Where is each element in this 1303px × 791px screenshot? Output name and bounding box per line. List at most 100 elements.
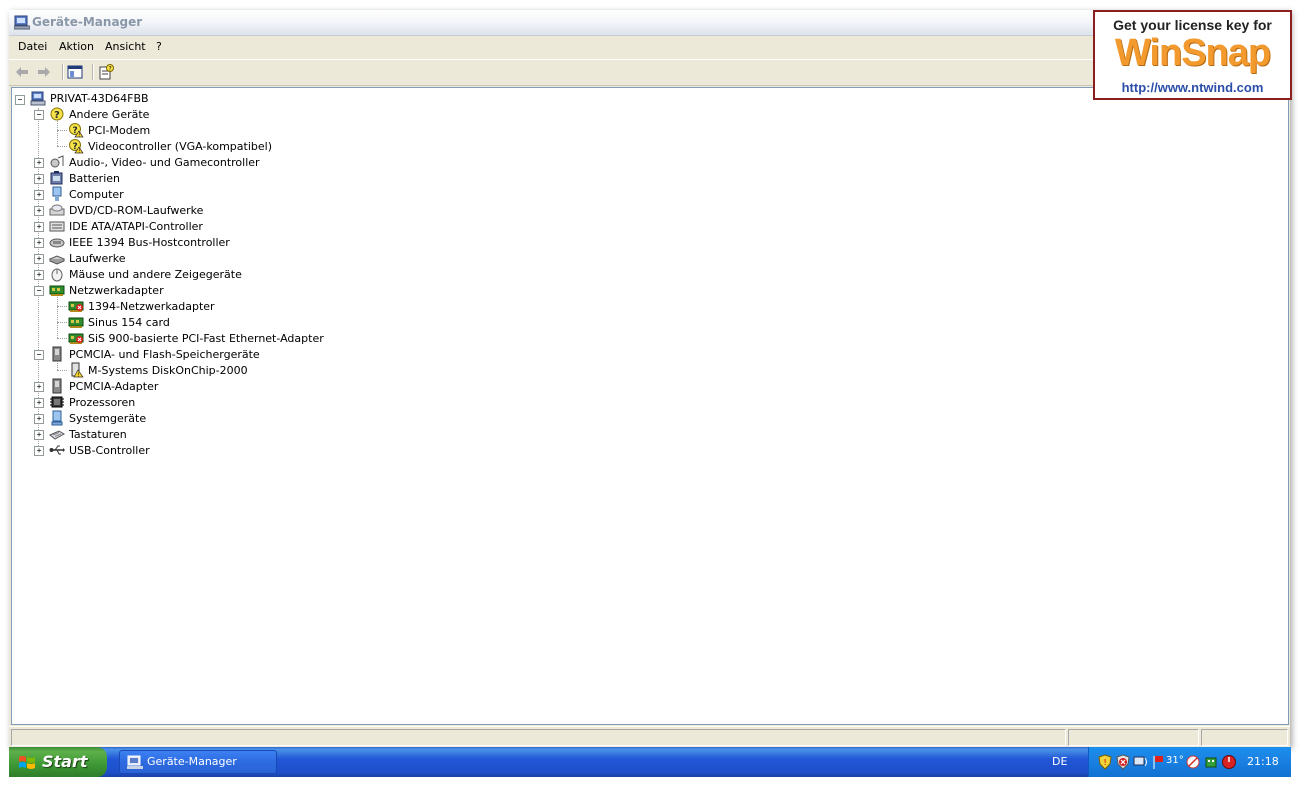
collapse-toggle[interactable]: −	[34, 286, 44, 296]
task-label: Geräte-Manager	[147, 755, 237, 768]
unknown-device-warning-icon: ?!	[69, 139, 84, 154]
svg-text:!: !	[78, 149, 80, 154]
robot-icon[interactable]	[1203, 754, 1219, 770]
tree-item-videocontroller-vga-kompatibel[interactable]: Videocontroller (VGA-kompatibel)	[88, 140, 272, 153]
usb-icon	[49, 445, 65, 455]
tree-item-tastaturen[interactable]: Tastaturen	[69, 428, 127, 441]
properties-button[interactable]: ?	[96, 63, 116, 81]
tree-item-netzwerkadapter[interactable]: Netzwerkadapter	[69, 284, 164, 297]
tree-guide	[57, 130, 67, 131]
expand-toggle[interactable]: +	[34, 222, 44, 232]
expand-toggle[interactable]: +	[34, 414, 44, 424]
cdrom-icon	[49, 204, 65, 216]
no-entry-icon[interactable]	[1185, 754, 1201, 770]
windows-flag-icon	[19, 756, 35, 769]
processor-icon	[50, 396, 64, 408]
toolbar-separator	[62, 64, 64, 80]
expand-toggle[interactable]: +	[34, 206, 44, 216]
tray-temperature: 31°	[1166, 755, 1184, 766]
menu-help[interactable]: ?	[156, 40, 162, 53]
menu-ansicht[interactable]: Ansicht	[105, 40, 146, 53]
network-adapter-disabled-icon	[68, 333, 84, 344]
forward-arrow-icon	[38, 67, 50, 77]
ieee1394-icon	[49, 238, 65, 248]
tree-guide	[57, 306, 67, 307]
expand-toggle[interactable]: +	[34, 270, 44, 280]
tree-item-sinus-154-card[interactable]: Sinus 154 card	[88, 316, 170, 329]
expand-toggle[interactable]: +	[34, 238, 44, 248]
unknown-device-icon: ?	[50, 107, 64, 121]
forward-button[interactable]	[34, 63, 54, 81]
svg-text:?: ?	[54, 110, 60, 121]
tree-item-dvd-cd-rom-laufwerke[interactable]: DVD/CD-ROM-Laufwerke	[69, 204, 203, 217]
show-hide-tree-button[interactable]	[65, 63, 85, 81]
tree-item-laufwerke[interactable]: Laufwerke	[69, 252, 126, 265]
tree-item-andere-geräte[interactable]: Andere Geräte	[69, 108, 149, 121]
start-button[interactable]: Start	[9, 747, 107, 777]
system-device-icon	[51, 410, 63, 426]
tree-item-ide-ata-atapi-controller[interactable]: IDE ATA/ATAPI-Controller	[69, 220, 203, 233]
show-hide-console-tree-icon	[67, 65, 83, 79]
power-icon[interactable]	[1221, 754, 1237, 770]
tree-item-usb-controller[interactable]: USB-Controller	[69, 444, 150, 457]
tree-guide	[57, 338, 67, 339]
expand-toggle[interactable]: +	[34, 430, 44, 440]
tree-guide	[57, 297, 58, 338]
pcmcia-icon	[52, 378, 62, 394]
flash-warning-icon: !	[71, 362, 84, 378]
expand-toggle[interactable]: +	[34, 446, 44, 456]
tree-item-prozessoren[interactable]: Prozessoren	[69, 396, 135, 409]
tree-guide	[57, 146, 67, 147]
menu-datei[interactable]: Datei	[18, 40, 47, 53]
collapse-toggle[interactable]: −	[34, 110, 44, 120]
tree-item-pcmcia-und-flash-speichergeräte[interactable]: PCMCIA- und Flash-Speichergeräte	[69, 348, 260, 361]
tree-item-ieee-1394-bus-hostcontroller[interactable]: IEEE 1394 Bus-Hostcontroller	[69, 236, 230, 249]
tree-guide	[57, 370, 67, 371]
tree-item-m-systems-diskonchip-2000[interactable]: M-Systems DiskOnChip-2000	[88, 364, 248, 377]
network-adapter-icon	[49, 285, 65, 296]
computer-root-icon	[30, 91, 46, 106]
back-arrow-icon	[16, 67, 28, 77]
tree-item-audio-video-und-gamecontroller[interactable]: Audio-, Video- und Gamecontroller	[69, 156, 260, 169]
back-button[interactable]	[12, 63, 32, 81]
pcmcia-icon	[52, 346, 62, 362]
tree-item-1394-netzwerkadapter[interactable]: 1394-Netzwerkadapter	[88, 300, 215, 313]
tree-item-batterien[interactable]: Batterien	[69, 172, 120, 185]
collapse-toggle[interactable]: −	[34, 350, 44, 360]
tree-item-sis-900-basierte-pci-fast-ethernet-adapter[interactable]: SiS 900-basierte PCI-Fast Ethernet-Adapt…	[88, 332, 324, 345]
tree-guide	[57, 121, 58, 146]
expand-toggle[interactable]: +	[34, 254, 44, 264]
language-indicator[interactable]: DE	[1052, 755, 1067, 768]
status-bar	[9, 726, 1290, 747]
status-cell-3	[1201, 729, 1288, 746]
taskbar: Start Geräte-Manager DE ! 31° 21:18	[9, 747, 1291, 777]
taskbar-device-manager-button[interactable]: Geräte-Manager	[119, 750, 277, 774]
security-alert-icon[interactable]	[1115, 754, 1131, 770]
collapse-toggle[interactable]: −	[15, 95, 25, 105]
winsnap-license-text: Get your license key for	[1113, 17, 1272, 33]
tree-item-systemgeräte[interactable]: Systemgeräte	[69, 412, 146, 425]
svg-text:!: !	[1104, 758, 1107, 767]
tree-root-label[interactable]: PRIVAT-43D64FBB	[50, 92, 149, 105]
device-manager-window: Geräte-Manager Datei Aktion Ansicht ? ? …	[9, 10, 1290, 747]
menu-aktion[interactable]: Aktion	[59, 40, 94, 53]
expand-toggle[interactable]: +	[34, 398, 44, 408]
security-shield-icon[interactable]: !	[1097, 754, 1113, 770]
svg-text:!: !	[77, 373, 79, 378]
winsnap-badge[interactable]: Get your license key for WinSnap http://…	[1093, 10, 1292, 100]
network-icon[interactable]	[1133, 754, 1149, 770]
expand-toggle[interactable]: +	[34, 190, 44, 200]
winsnap-url[interactable]: http://www.ntwind.com	[1095, 80, 1290, 95]
device-tree[interactable]: − PRIVAT-43D64FBB −? Andere Geräte?! PCI-M…	[11, 87, 1289, 725]
flag-icon[interactable]	[1151, 754, 1167, 770]
tree-item-pci-modem[interactable]: PCI-Modem	[88, 124, 150, 137]
clock[interactable]: 21:18	[1247, 755, 1279, 768]
unknown-device-warning-icon: ?!	[69, 123, 84, 138]
tree-item-pcmcia-adapter[interactable]: PCMCIA-Adapter	[69, 380, 158, 393]
tree-item-mäuse-und-andere-zeigegeräte[interactable]: Mäuse und andere Zeigegeräte	[69, 268, 242, 281]
expand-toggle[interactable]: +	[34, 158, 44, 168]
expand-toggle[interactable]: +	[34, 382, 44, 392]
disk-drive-icon	[49, 255, 65, 265]
tree-item-computer[interactable]: Computer	[69, 188, 124, 201]
expand-toggle[interactable]: +	[34, 174, 44, 184]
